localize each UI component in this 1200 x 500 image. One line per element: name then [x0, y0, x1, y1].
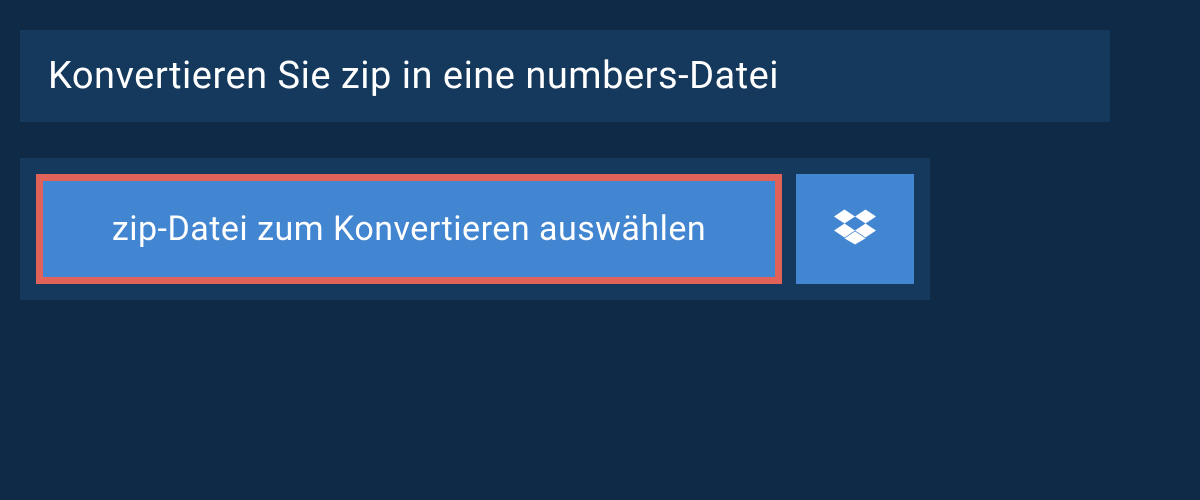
dropbox-button[interactable] — [796, 174, 914, 284]
main-container: Konvertieren Sie zip in eine numbers-Dat… — [0, 0, 1200, 330]
button-row: zip-Datei zum Konvertieren auswählen — [20, 158, 930, 300]
title-bar: Konvertieren Sie zip in eine numbers-Dat… — [20, 30, 1110, 122]
dropbox-icon — [834, 206, 876, 252]
select-file-button[interactable]: zip-Datei zum Konvertieren auswählen — [36, 174, 782, 284]
page-title: Konvertieren Sie zip in eine numbers-Dat… — [48, 54, 1082, 98]
select-file-label: zip-Datei zum Konvertieren auswählen — [112, 209, 706, 249]
